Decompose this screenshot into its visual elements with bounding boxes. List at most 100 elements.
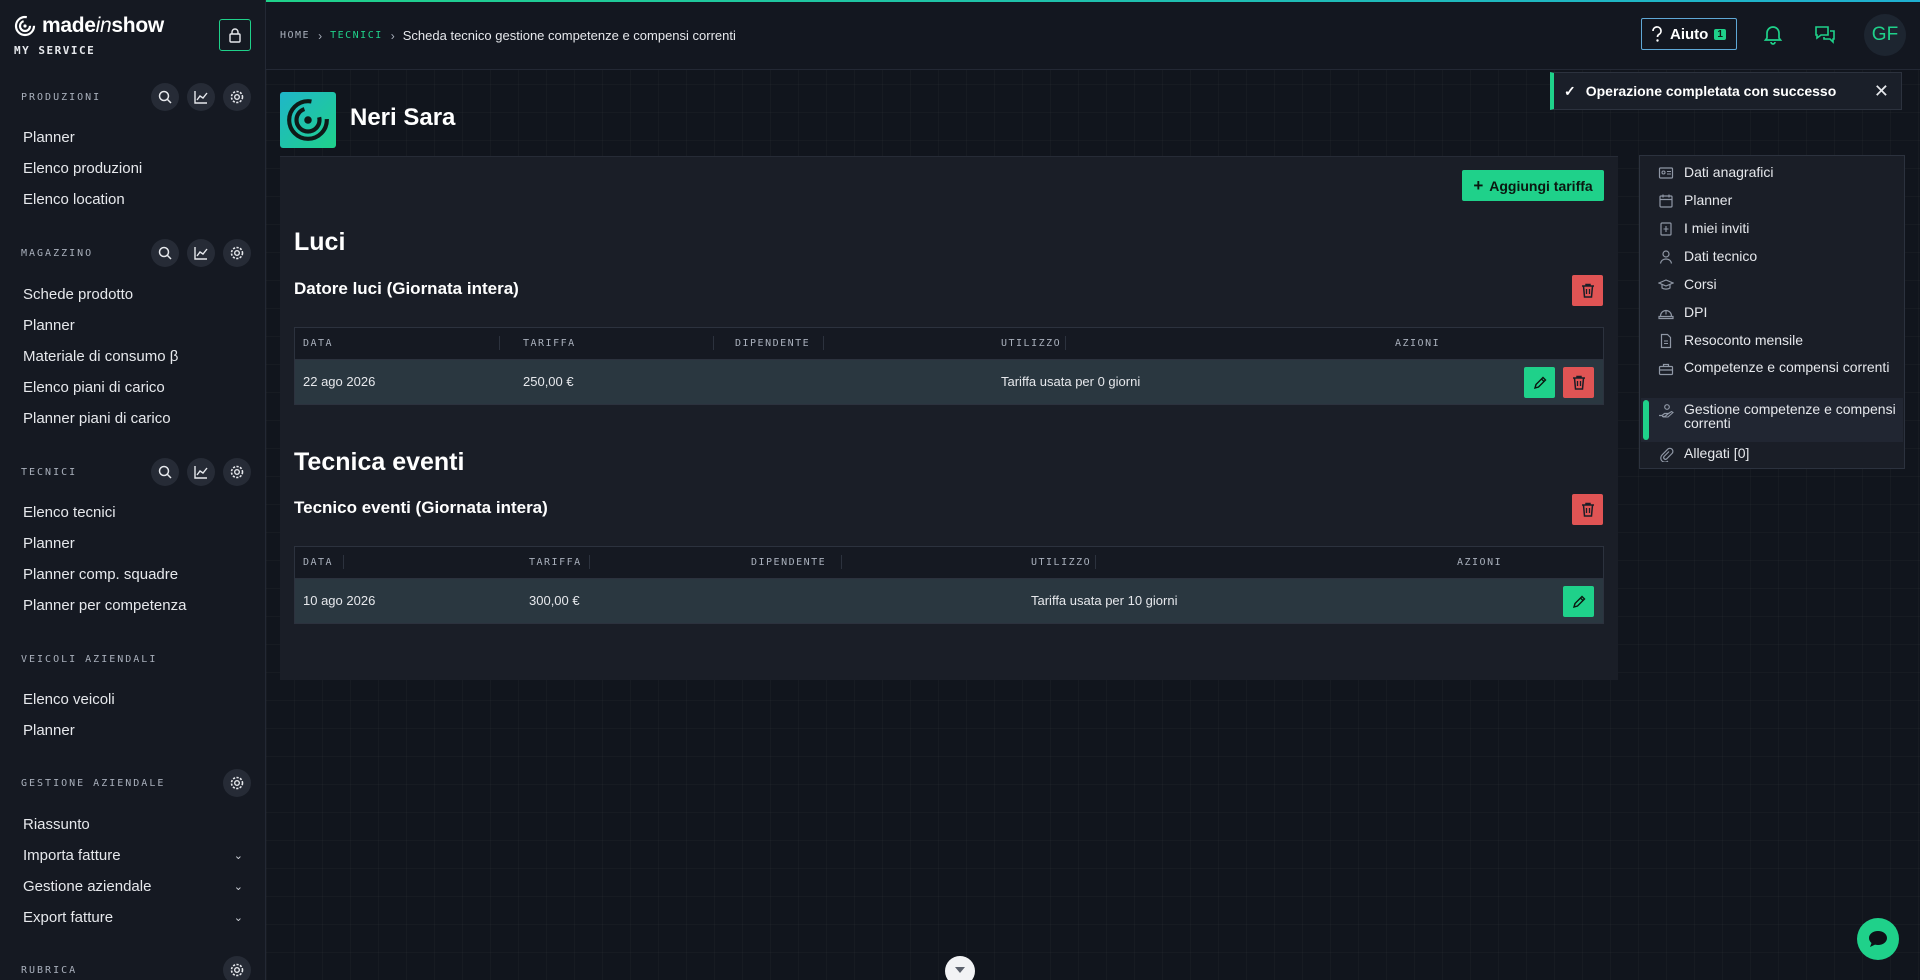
nav-item-corsi[interactable]: Corsi (1658, 276, 1898, 293)
search-button[interactable] (151, 458, 179, 486)
add-rate-label: Aggiungi tariffa (1489, 177, 1593, 194)
close-icon[interactable]: ✕ (1874, 81, 1889, 102)
trend-chart-icon (194, 247, 208, 260)
section-title: GESTIONE AZIENDALE (21, 777, 166, 789)
graduation-cap-icon (1658, 279, 1674, 290)
section-title: MAGAZZINO (21, 247, 94, 259)
column-header-dipendente[interactable]: DIPENDENTE (751, 557, 826, 568)
section-rubrica: RUBRICA (21, 955, 251, 980)
search-icon (158, 465, 172, 479)
brand-logo-icon (14, 15, 36, 37)
bell-icon[interactable] (1761, 22, 1785, 46)
page-title: Neri Sara (350, 104, 456, 131)
brand[interactable]: madeinshow MY SERVICE (14, 14, 164, 57)
settings-button[interactable] (223, 956, 251, 980)
role-title: Tecnico eventi (Giornata intera) (294, 498, 548, 517)
pencil-icon (1572, 595, 1585, 608)
search-icon (158, 90, 172, 104)
nav-item-dati-anagrafici[interactable]: Dati anagrafici (1658, 164, 1898, 181)
document-icon (1660, 333, 1672, 349)
sidebar-item-elenco-produzioni[interactable]: Elenco produzioni (23, 160, 243, 177)
column-header-tariffa[interactable]: TARIFFA (523, 338, 576, 349)
nav-item-inviti[interactable]: I miei inviti (1658, 220, 1898, 237)
cell-tariffa: 300,00 € (529, 593, 580, 608)
settings-button[interactable] (223, 83, 251, 111)
sidebar-item-planner-comp-squadre[interactable]: Planner comp. squadre (23, 566, 243, 583)
chevron-down-icon: ⌄ (233, 881, 243, 893)
sidebar-item-planner[interactable]: Planner (23, 535, 243, 552)
column-header-utilizzo[interactable]: UTILIZZO (1001, 338, 1061, 349)
sidebar-item-planner[interactable]: Planner (23, 317, 243, 334)
sidebar-item-export-fatture[interactable]: Export fatture ⌄ (23, 909, 243, 926)
nav-item-resoconto-mensile[interactable]: Resoconto mensile (1658, 332, 1898, 349)
nav-item-gestione-competenze[interactable]: Gestione competenze e compensi correnti (1658, 402, 1898, 430)
settings-button[interactable] (223, 769, 251, 797)
nav-item-allegati[interactable]: Allegati [0] (1658, 445, 1898, 462)
settings-button[interactable] (223, 458, 251, 486)
column-divider (823, 336, 824, 350)
nav-item-dati-tecnico[interactable]: Dati tecnico (1658, 248, 1898, 265)
trend-chart-icon (194, 466, 208, 479)
sidebar-item-elenco-location[interactable]: Elenco location (23, 191, 243, 208)
technician-sections-nav: Dati anagrafici Planner I miei inviti Da… (1639, 155, 1905, 469)
trash-icon (1581, 283, 1594, 298)
sidebar-item-gestione-aziendale[interactable]: Gestione aziendale ⌄ (23, 878, 243, 895)
delete-rate-button[interactable] (1563, 367, 1594, 398)
column-header-utilizzo[interactable]: UTILIZZO (1031, 557, 1091, 568)
search-button[interactable] (151, 239, 179, 267)
top-accent-line (266, 0, 1920, 2)
toast-message: Operazione completata con successo (1585, 83, 1837, 99)
sidebar-item-elenco-veicoli[interactable]: Elenco veicoli (23, 691, 243, 708)
stats-button[interactable] (187, 239, 215, 267)
sidebar-item-elenco-piani-carico[interactable]: Elenco piani di carico (23, 379, 243, 396)
stats-button[interactable] (187, 83, 215, 111)
help-button[interactable]: Aiuto 1 (1641, 18, 1737, 50)
breadcrumb-home[interactable]: HOME (280, 30, 310, 41)
scroll-down-button[interactable] (945, 956, 975, 980)
sidebar-item-planner[interactable]: Planner (23, 722, 243, 739)
sidebar-item-planner-per-competenza[interactable]: Planner per competenza (23, 597, 243, 614)
sidebar-item-materiale-consumo[interactable]: Materiale di consumo β (23, 348, 243, 365)
user-icon (1659, 250, 1673, 264)
column-header-tariffa[interactable]: TARIFFA (529, 557, 582, 568)
column-header-data[interactable]: DATA (303, 557, 333, 568)
pencil-icon (1533, 376, 1546, 389)
question-bulb-icon (1652, 26, 1662, 42)
sidebar-item-riassunto[interactable]: Riassunto (23, 816, 243, 833)
chevron-down-icon (955, 967, 965, 973)
sidebar-item-schede-prodotto[interactable]: Schede prodotto (23, 286, 243, 303)
nav-item-dpi[interactable]: DPI (1658, 304, 1898, 321)
gear-icon (230, 465, 244, 479)
settings-button[interactable] (223, 239, 251, 267)
sidebar-item-importa-fatture[interactable]: Importa fatture ⌄ (23, 847, 243, 864)
delete-role-button[interactable] (1572, 494, 1603, 525)
user-avatar[interactable]: GF (1864, 14, 1906, 56)
invite-icon (1660, 222, 1672, 236)
sidebar-item-planner-piani-carico[interactable]: Planner piani di carico (23, 410, 243, 427)
chevron-right-icon: › (390, 28, 395, 43)
nav-item-competenze-compensi[interactable]: Competenze e compensi correnti (1658, 360, 1898, 377)
stats-button[interactable] (187, 458, 215, 486)
breadcrumb: HOME › TECNICI › Scheda tecnico gestione… (280, 28, 736, 43)
gear-icon (230, 90, 244, 104)
breadcrumb-tecnici[interactable]: TECNICI (330, 30, 383, 41)
search-button[interactable] (151, 83, 179, 111)
edit-rate-button[interactable] (1524, 367, 1555, 398)
lock-icon (229, 28, 241, 43)
column-header-data[interactable]: DATA (303, 338, 333, 349)
table-row: 10 ago 2026 300,00 € Tariffa usata per 1… (295, 579, 1603, 623)
sidebar-item-planner[interactable]: Planner (23, 129, 243, 146)
chevron-down-icon: ⌄ (233, 912, 243, 924)
edit-rate-button[interactable] (1563, 586, 1594, 617)
delete-role-button[interactable] (1572, 275, 1603, 306)
nav-item-planner[interactable]: Planner (1658, 192, 1898, 209)
add-rate-button[interactable]: + Aggiungi tariffa (1462, 170, 1604, 201)
chat-bubble-icon (1869, 931, 1887, 947)
lock-sidebar-button[interactable] (219, 19, 251, 51)
chat-support-button[interactable] (1857, 918, 1899, 960)
sidebar-item-elenco-tecnici[interactable]: Elenco tecnici (23, 504, 243, 521)
table-header: DATA TARIFFA DIPENDENTE UTILIZZO AZIONI (295, 328, 1603, 360)
chat-bubbles-icon[interactable] (1813, 22, 1837, 46)
trend-chart-icon (194, 91, 208, 104)
column-header-dipendente[interactable]: DIPENDENTE (735, 338, 810, 349)
